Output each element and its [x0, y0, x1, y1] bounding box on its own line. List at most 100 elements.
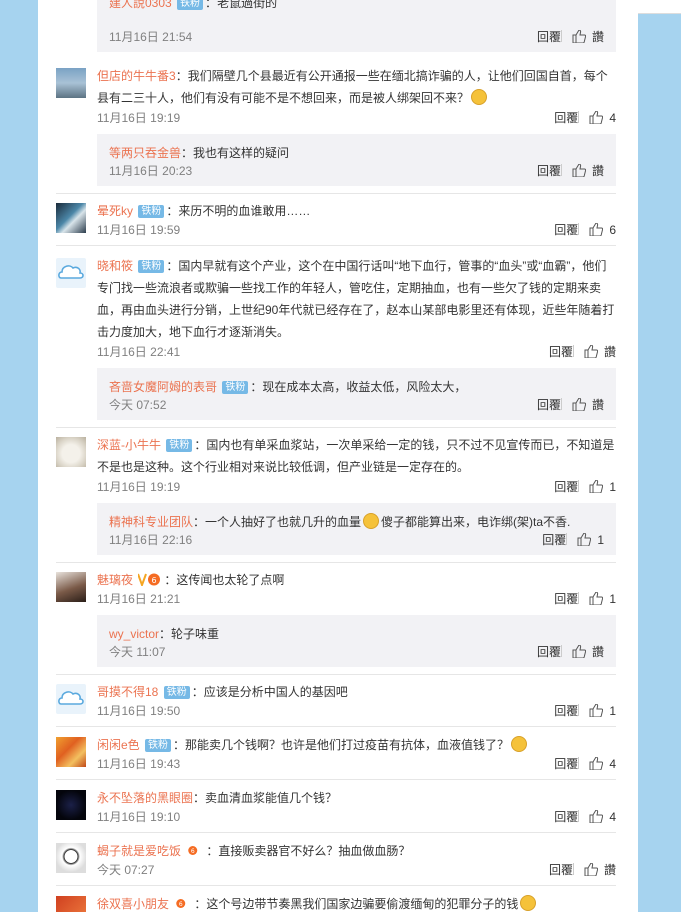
comment-text: 应该是分析中国人的基因吧	[203, 685, 348, 699]
comment-username[interactable]: 深蓝-小牛牛	[97, 438, 161, 452]
thumbs-up-icon	[577, 533, 592, 546]
reply-username[interactable]: 精神科专业团队	[109, 515, 193, 529]
like-count: 1	[597, 533, 604, 547]
reply-button[interactable]: 回覆	[554, 757, 578, 771]
reply-button[interactable]: 回覆	[554, 480, 578, 494]
avatar[interactable]	[56, 737, 86, 767]
reply-button[interactable]: 回覆	[537, 398, 561, 412]
like-count: 4	[609, 757, 616, 771]
like-count: 讚	[591, 30, 604, 44]
reply-text: 老鼠過街的	[217, 0, 278, 10]
reply-button[interactable]: 回覆	[554, 704, 578, 718]
avatar[interactable]	[56, 572, 86, 602]
comment-username[interactable]: 但店的牛牛番3	[97, 69, 176, 83]
divider	[56, 832, 616, 833]
like-button[interactable]: 1	[577, 533, 604, 547]
divider	[56, 885, 616, 886]
like-button[interactable]: 4	[589, 757, 616, 771]
thumbs-up-icon	[589, 810, 604, 823]
divider	[56, 779, 616, 780]
divider	[56, 726, 616, 727]
reply-button[interactable]: 回覆	[542, 533, 566, 547]
thumbs-up-icon	[589, 480, 604, 493]
thumbs-up-icon	[572, 30, 586, 43]
reply-username[interactable]: 等两只吞金兽	[109, 146, 181, 160]
fan-badge: 铁粉	[145, 739, 172, 752]
comment-username[interactable]: 晓和筱	[97, 259, 133, 273]
fan-badge: 铁粉	[177, 0, 204, 10]
thumbs-up-icon	[572, 164, 586, 177]
svg-text:6: 6	[179, 901, 183, 908]
reply-text-continued: 傻子都能算出来，电诈绑(架)ta不香.	[381, 515, 571, 529]
reply-text: 轮子味重	[171, 627, 220, 641]
like-button[interactable]: 4	[589, 810, 616, 824]
thumbs-up-icon	[589, 704, 604, 717]
reply-button[interactable]: 回覆	[537, 30, 561, 44]
like-button[interactable]: 4	[589, 111, 616, 125]
like-count: 4	[609, 111, 616, 125]
timestamp: 11月16日 19:19	[97, 111, 181, 125]
timestamp: 今天 11:07	[109, 645, 166, 659]
timestamp: 11月16日 21:54	[109, 30, 193, 44]
reply-username[interactable]: 吝啬女魔阿姆的表哥	[109, 380, 217, 394]
like-button[interactable]: 6	[589, 223, 616, 237]
like-button[interactable]: 讚	[584, 863, 616, 877]
like-button[interactable]: 1	[589, 592, 616, 606]
thumbs-up-icon	[584, 863, 598, 876]
divider	[56, 674, 616, 675]
comment-username[interactable]: 哥摸不得18	[97, 685, 158, 699]
like-button[interactable]: 1	[589, 480, 616, 494]
avatar[interactable]	[56, 896, 86, 912]
reply-text: 我也有这样的疑问	[193, 146, 290, 160]
reply-button[interactable]: 回覆	[549, 345, 573, 359]
like-button[interactable]: 讚	[584, 345, 616, 359]
default-avatar-icon[interactable]	[56, 684, 86, 714]
reply-button[interactable]: 回覆	[554, 223, 578, 237]
timestamp: 11月16日 19:50	[97, 704, 181, 718]
avatar[interactable]	[56, 790, 86, 820]
comment-username[interactable]: 蝎子就是爱吃饭	[97, 844, 181, 858]
reply-item: wy_victor：轮子味重 今天 11:07 回覆讚	[97, 615, 616, 667]
reply-button[interactable]: 回覆	[537, 645, 561, 659]
like-count: 6	[609, 223, 616, 237]
reply-username[interactable]: 建人說0303	[109, 0, 172, 10]
reply-item: 精神科专业团队：一个人抽好了也就几升的血量 傻子都能算出来，电诈绑(架)ta不香.…	[97, 503, 616, 555]
timestamp: 11月16日 19:19	[97, 480, 181, 494]
vip-badge-icon: 6	[176, 899, 186, 908]
comment-username[interactable]: 魅璃夜	[97, 573, 133, 587]
thumbs-up-icon	[584, 345, 598, 358]
comment-username[interactable]: 晕死ky	[97, 204, 133, 218]
avatar[interactable]	[56, 437, 86, 467]
reply-button[interactable]: 回覆	[554, 810, 578, 824]
like-button[interactable]: 1	[589, 704, 616, 718]
svg-text:6: 6	[191, 848, 195, 855]
comment-username[interactable]: 徐双喜小朋友	[97, 897, 169, 911]
right-page-background	[638, 0, 681, 912]
like-button[interactable]: 讚	[572, 164, 604, 178]
avatar[interactable]	[56, 843, 86, 873]
default-avatar-icon[interactable]	[56, 258, 86, 288]
reply-button[interactable]: 回覆	[554, 111, 578, 125]
avatar[interactable]	[56, 203, 86, 233]
like-button[interactable]: 讚	[572, 398, 604, 412]
like-count: 讚	[603, 863, 616, 877]
reply-button[interactable]: 回覆	[549, 863, 573, 877]
fan-badge: 铁粉	[222, 381, 249, 394]
comment-text: 这个号边带节奏黑我们国家边骗要偷渡缅甸的犯罪分子的钱	[206, 897, 519, 911]
reply-item: 等两只吞金兽：我也有这样的疑问 11月16日 20:23 回覆讚	[97, 134, 616, 186]
like-button[interactable]: 讚	[572, 645, 604, 659]
divider	[56, 193, 616, 194]
thumbs-up-icon	[589, 111, 604, 124]
like-button[interactable]: 讚	[572, 30, 604, 44]
thumbs-up-icon	[589, 592, 604, 605]
comment-username[interactable]: 闲闲e色	[97, 738, 140, 752]
comment-text: 直接贩卖器官不好么？抽血做血肠？	[218, 844, 411, 858]
comment-text: 来历不明的血谁敢用……	[178, 204, 311, 218]
reply-button[interactable]: 回覆	[554, 592, 578, 606]
reply-username[interactable]: wy_victor	[109, 627, 159, 641]
avatar[interactable]	[56, 68, 86, 98]
thumbs-up-icon	[572, 398, 586, 411]
reply-button[interactable]: 回覆	[537, 164, 561, 178]
comment-username[interactable]: 永不坠落的黑眼圈	[97, 791, 193, 805]
divider	[56, 245, 616, 246]
